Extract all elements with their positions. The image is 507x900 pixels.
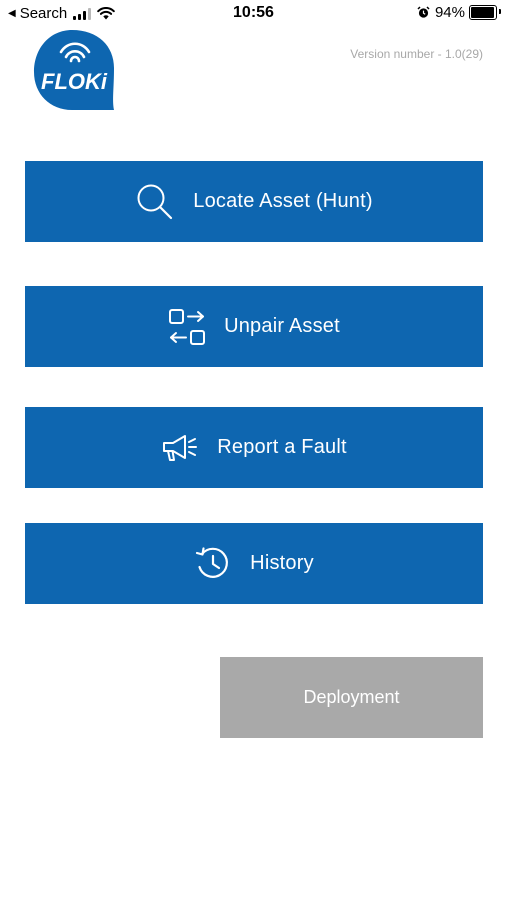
floki-logo: FLOKi bbox=[34, 30, 114, 110]
report-fault-label: Report a Fault bbox=[217, 436, 347, 458]
status-right: 94% bbox=[417, 4, 501, 21]
history-clock-icon bbox=[194, 545, 232, 583]
unpair-asset-button[interactable]: Unpair Asset bbox=[25, 286, 483, 367]
alarm-clock-icon bbox=[417, 6, 430, 18]
status-bar: ◀ Search 10:56 94% bbox=[0, 0, 507, 28]
search-icon bbox=[135, 182, 175, 222]
history-button[interactable]: History bbox=[25, 523, 483, 604]
megaphone-icon bbox=[161, 433, 199, 463]
version-number: Version number - 1.0(29) bbox=[350, 47, 483, 61]
unpair-asset-label: Unpair Asset bbox=[224, 315, 340, 337]
locate-asset-button[interactable]: Locate Asset (Hunt) bbox=[25, 161, 483, 242]
battery-percent: 94% bbox=[434, 4, 465, 21]
swap-arrows-icon bbox=[168, 308, 206, 346]
history-label: History bbox=[250, 552, 314, 574]
report-fault-button[interactable]: Report a Fault bbox=[25, 407, 483, 488]
deployment-button[interactable]: Deployment bbox=[220, 657, 483, 738]
logo-text: FLOKi bbox=[41, 69, 108, 94]
locate-asset-label: Locate Asset (Hunt) bbox=[193, 190, 373, 212]
battery-icon bbox=[469, 5, 501, 20]
